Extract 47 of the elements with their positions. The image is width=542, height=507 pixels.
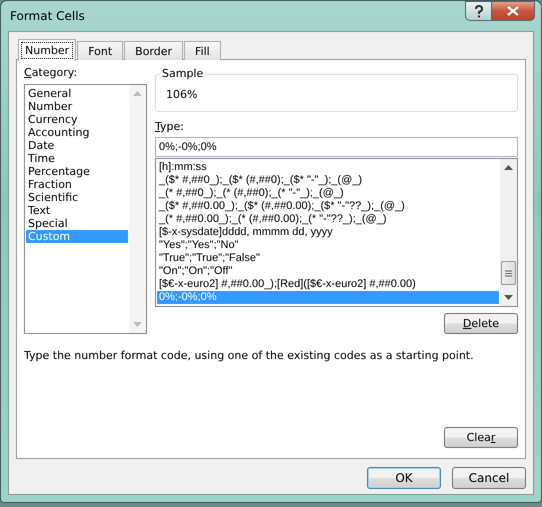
tab[interactable]: Fill	[184, 41, 221, 60]
description-text: Type the number format code, using one of the existing codes as a starting point.	[24, 349, 475, 362]
scroll-thumb[interactable]	[501, 261, 516, 285]
format-item[interactable]: _(* #,##0.00_);_(* (#,##0.00);_(* "-"??_);_(@_)	[157, 213, 499, 226]
cancel-button[interactable]: Cancel	[452, 467, 526, 489]
type-field[interactable]: 0%;-0%;0%	[155, 137, 518, 157]
category-label: Category:	[24, 66, 78, 80]
category-item[interactable]: Time	[26, 152, 128, 165]
scrollbar[interactable]	[500, 159, 517, 306]
sample-value: 106%	[166, 88, 198, 101]
window-title: Format Cells	[10, 9, 85, 23]
category-item[interactable]: General	[26, 87, 128, 100]
type-label: Type:	[155, 120, 185, 134]
format-list[interactable]	[155, 158, 518, 307]
format-item[interactable]: "Yes";"Yes";"No"	[157, 239, 499, 252]
scroll-down-icon[interactable]	[504, 295, 513, 300]
tab[interactable]: Font	[77, 41, 124, 60]
category-item[interactable]: Special	[26, 217, 128, 230]
category-item[interactable]: Number	[26, 100, 128, 113]
category-item[interactable]: Accounting	[26, 126, 128, 139]
format-item[interactable]: "True";"True";"False"	[157, 252, 499, 265]
category-item[interactable]: Percentage	[26, 165, 128, 178]
question-icon	[474, 4, 484, 18]
category-item[interactable]: Date	[26, 139, 128, 152]
close-button[interactable]	[492, 1, 535, 21]
format-item[interactable]: [h]:mm:ss	[157, 161, 499, 174]
category-item[interactable]: Fraction	[26, 178, 128, 191]
tab[interactable]: Border	[124, 41, 184, 60]
sample-label: Sample	[160, 67, 206, 80]
format-item[interactable]: _($* #,##0.00_);_($* (#,##0.00);_($* "-"??_);_(@_)	[157, 200, 499, 213]
tab[interactable]: Number	[18, 39, 76, 61]
category-list[interactable]: General Number Currency Accounting Date Time Percentage Fraction Scientific Text Special Custom	[24, 84, 147, 334]
clear-button[interactable]: Clear	[444, 427, 518, 448]
scroll-up-icon[interactable]	[504, 165, 513, 170]
category-item[interactable]: Text	[26, 204, 128, 217]
format-item[interactable]: _($* #,##0_);_($* (#,##0);_($* "-"_);_(@_)	[157, 174, 499, 187]
category-item[interactable]: Currency	[26, 113, 128, 126]
close-icon	[507, 6, 519, 16]
format-item[interactable]: [$€-x-euro2] #,##0.00_);[Red]([$€-x-euro2] #,##0.00)	[157, 278, 499, 291]
delete-button[interactable]: Delete	[444, 313, 518, 334]
format-item[interactable]: [$-x-sysdate]dddd, mmmm dd, yyyy	[157, 226, 499, 239]
help-button[interactable]	[465, 1, 492, 21]
category-item[interactable]: Scientific	[26, 191, 128, 204]
format-item[interactable]: _(* #,##0_);_(* (#,##0);_(* "-"_);_(@_)	[157, 187, 499, 200]
format-item[interactable]: "On";"On";"Off"	[157, 265, 499, 278]
grip-icon	[505, 270, 512, 276]
ok-button[interactable]: OK	[367, 467, 441, 489]
